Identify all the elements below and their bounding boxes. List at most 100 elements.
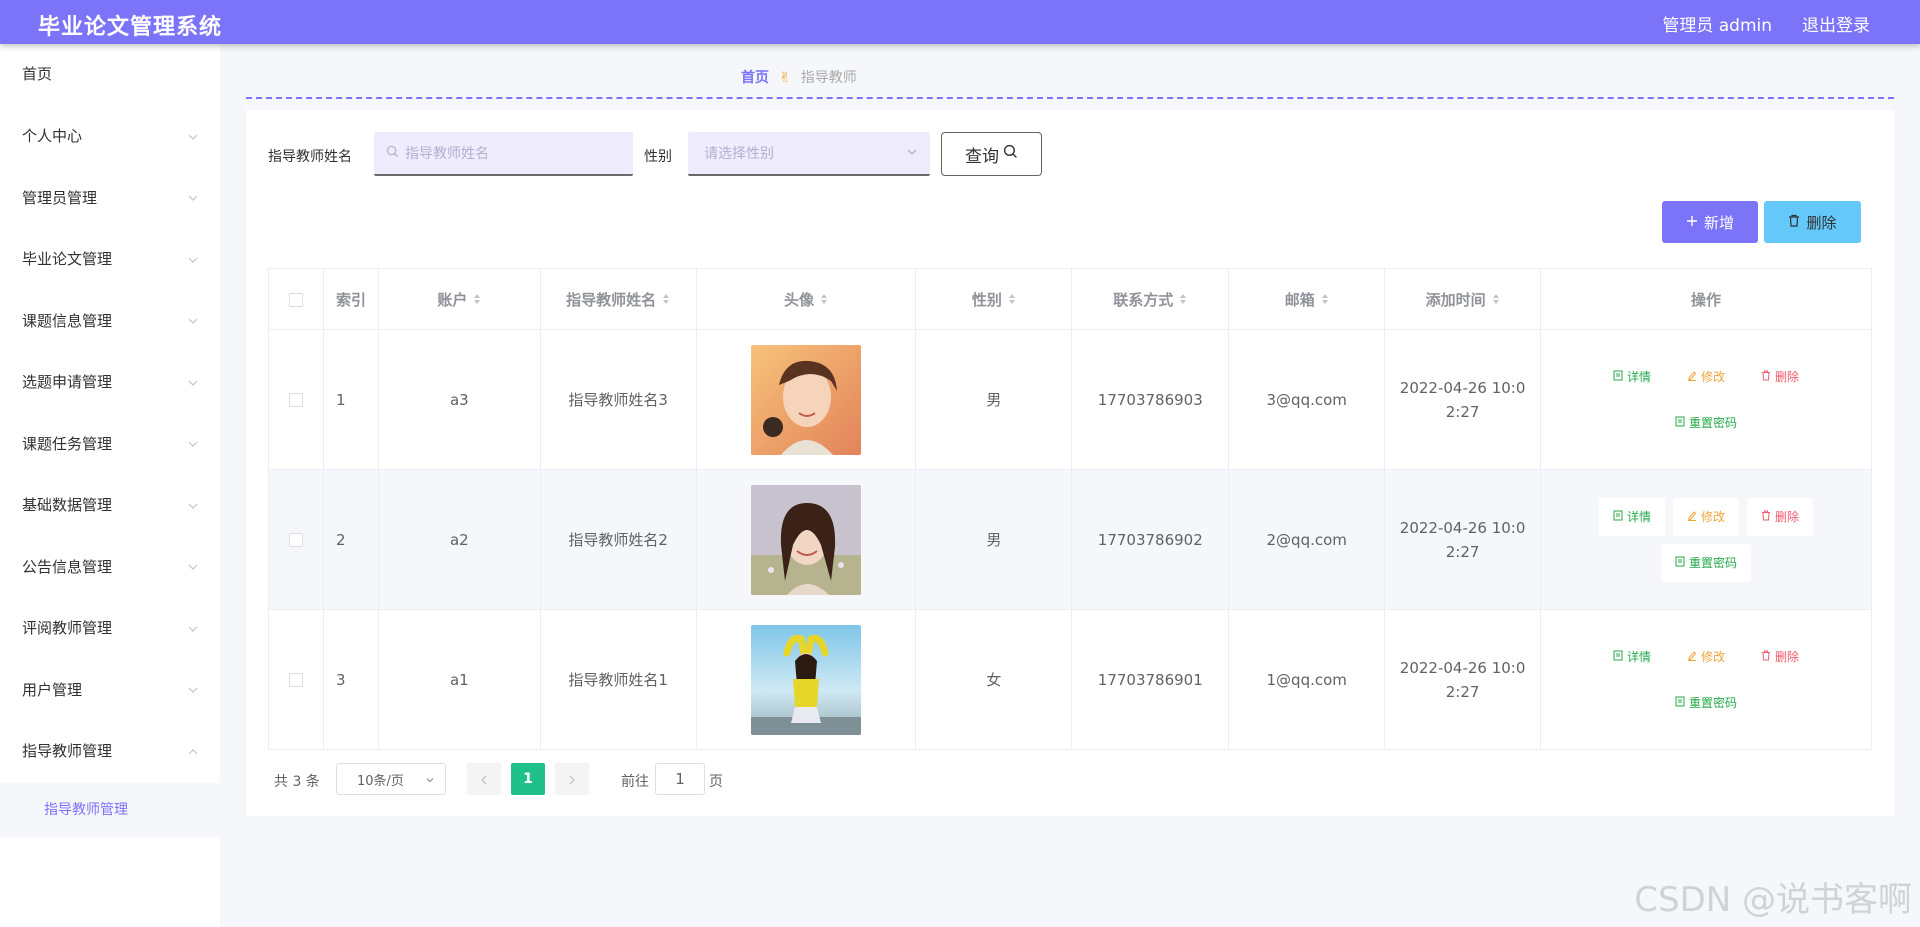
prev-page-button[interactable] xyxy=(467,763,501,795)
sort-icon[interactable] xyxy=(1008,291,1016,309)
goto-page-input[interactable]: 1 xyxy=(655,763,705,795)
sidebar-item-users[interactable]: 用户管理 xyxy=(0,660,220,722)
cell-name: 指导教师姓名2 xyxy=(540,469,697,610)
search-icon xyxy=(386,145,405,162)
trash-icon xyxy=(1761,370,1775,384)
sort-icon[interactable] xyxy=(473,291,481,309)
delete-button[interactable]: 删除 xyxy=(1747,638,1813,676)
sort-icon[interactable] xyxy=(1492,291,1500,309)
cell-avatar xyxy=(696,609,917,750)
sidebar-item-home[interactable]: 首页 xyxy=(0,44,220,106)
batch-delete-button-label: 删除 xyxy=(1806,213,1837,232)
add-button-label: 新增 xyxy=(1703,213,1734,232)
sidebar-item-admin[interactable]: 管理员管理 xyxy=(0,168,220,230)
name-search-input[interactable]: 指导教师姓名 xyxy=(374,132,633,176)
sidebar-item-label: 公告信息管理 xyxy=(22,557,113,576)
sidebar-item-topic-task[interactable]: 课题任务管理 xyxy=(0,414,220,476)
column-header-account[interactable]: 账户 xyxy=(378,268,541,330)
select-all-cell xyxy=(268,268,324,330)
sidebar-subitem-advisor-manage[interactable]: 指导教师管理 xyxy=(0,782,220,837)
sidebar-item-label: 评阅教师管理 xyxy=(22,619,113,637)
row-operations: 详情 修改 删除 重置密码 xyxy=(1576,638,1836,722)
sidebar-item-label: 毕业论文管理 xyxy=(22,250,113,268)
add-button[interactable]: 新增 xyxy=(1662,201,1758,243)
chevron-down-icon xyxy=(188,352,198,414)
edit-button[interactable]: 修改 xyxy=(1673,358,1739,396)
table-row: 3 a1 指导教师姓名1 女 17703786901 1@qq.com 2022… xyxy=(268,609,1872,750)
sidebar-item-notice[interactable]: 公告信息管理 xyxy=(0,537,220,599)
detail-button[interactable]: 详情 xyxy=(1599,358,1665,396)
cell-account: a2 xyxy=(378,469,541,610)
row-checkbox[interactable] xyxy=(288,533,303,547)
sidebar-item-reviewer[interactable]: 评阅教师管理 xyxy=(0,598,220,660)
query-button[interactable]: 查询 xyxy=(941,132,1042,176)
sidebar-item-personal-center[interactable]: 个人中心 xyxy=(0,106,220,168)
watermark: CSDN @说书客啊 xyxy=(1634,880,1912,920)
cell-gender: 女 xyxy=(915,609,1073,750)
chevron-down-icon xyxy=(188,229,198,291)
trash-icon xyxy=(1761,510,1775,524)
chevron-left-icon xyxy=(480,770,488,789)
delete-button[interactable]: 删除 xyxy=(1747,497,1814,536)
cell-account: a3 xyxy=(378,329,541,470)
column-header-phone[interactable]: 联系方式 xyxy=(1071,268,1230,330)
cell-name: 指导教师姓名3 xyxy=(540,329,697,470)
column-header-label: 指导教师姓名 xyxy=(566,290,657,309)
cell-index: 3 xyxy=(323,609,379,750)
sidebar-item-topic-apply[interactable]: 选题申请管理 xyxy=(0,352,220,414)
sidebar-item-thesis[interactable]: 毕业论文管理 xyxy=(0,229,220,291)
row-checkbox[interactable] xyxy=(288,393,303,407)
document-icon xyxy=(1613,510,1627,524)
reset-password-button[interactable]: 重置密码 xyxy=(1661,404,1751,442)
page-size-value: 10条/页 xyxy=(357,773,404,789)
edit-button[interactable]: 修改 xyxy=(1673,638,1739,676)
reset-password-button[interactable]: 重置密码 xyxy=(1661,684,1751,722)
row-checkbox[interactable] xyxy=(288,673,303,687)
sidebar-item-advisor[interactable]: 指导教师管理 xyxy=(0,721,220,783)
sidebar-item-topic-info[interactable]: 课题信息管理 xyxy=(0,291,220,353)
detail-button[interactable]: 详情 xyxy=(1598,497,1665,536)
sort-icon[interactable] xyxy=(1179,291,1187,309)
row-select-cell xyxy=(268,469,324,610)
edit-button[interactable]: 修改 xyxy=(1673,497,1740,536)
select-all-checkbox[interactable] xyxy=(288,292,303,307)
delete-button[interactable]: 删除 xyxy=(1747,358,1813,396)
column-header-added-time[interactable]: 添加时间 xyxy=(1384,268,1542,330)
table-header-row: 索引 账户 指导教师姓名 头像 性别 联系方式 邮箱 添加时间 操作 xyxy=(268,268,1872,330)
column-header-email[interactable]: 邮箱 xyxy=(1228,268,1386,330)
column-header-name[interactable]: 指导教师姓名 xyxy=(540,268,697,330)
edit-button-label: 修改 xyxy=(1701,370,1726,384)
chevron-down-icon xyxy=(188,475,198,537)
row-operations: 详情 修改 删除 重置密码 xyxy=(1576,358,1836,442)
chevron-down-icon xyxy=(188,106,198,168)
reset-password-button[interactable]: 重置密码 xyxy=(1661,543,1752,582)
page-size-select[interactable]: 10条/页 xyxy=(336,763,446,795)
gender-select[interactable]: 请选择性别 xyxy=(688,132,930,176)
chevron-up-icon xyxy=(188,721,198,783)
cell-gender: 男 xyxy=(915,329,1073,470)
detail-button[interactable]: 详情 xyxy=(1599,638,1665,676)
cell-email: 2@qq.com xyxy=(1228,469,1386,610)
search-icon xyxy=(999,144,1018,164)
batch-delete-button[interactable]: 删除 xyxy=(1764,201,1861,243)
column-header-gender[interactable]: 性别 xyxy=(915,268,1073,330)
added-time-line: 2022-04-26 10:0 xyxy=(1399,658,1526,677)
sidebar-item-basic-data[interactable]: 基础数据管理 xyxy=(0,475,220,537)
column-header-label: 账户 xyxy=(437,290,468,309)
breadcrumb-home[interactable]: 首页 xyxy=(741,70,769,86)
sort-icon[interactable] xyxy=(820,291,828,309)
added-time-line: 2:27 xyxy=(1445,682,1480,701)
document-icon xyxy=(1613,650,1627,664)
logout-button[interactable]: 退出登录 xyxy=(1802,11,1870,36)
sidebar-item-label: 基础数据管理 xyxy=(22,496,113,514)
reset-password-button-label: 重置密码 xyxy=(1689,556,1738,570)
next-page-button[interactable] xyxy=(555,763,589,795)
sort-icon[interactable] xyxy=(662,291,670,309)
avatar xyxy=(751,484,862,595)
sidebar-item-label: 选题申请管理 xyxy=(22,373,113,391)
added-time-line: 2:27 xyxy=(1445,402,1480,421)
sort-icon[interactable] xyxy=(1321,291,1329,309)
column-header-label: 联系方式 xyxy=(1113,290,1174,309)
column-header-avatar[interactable]: 头像 xyxy=(696,268,917,330)
page-number-current[interactable]: 1 xyxy=(511,763,545,795)
